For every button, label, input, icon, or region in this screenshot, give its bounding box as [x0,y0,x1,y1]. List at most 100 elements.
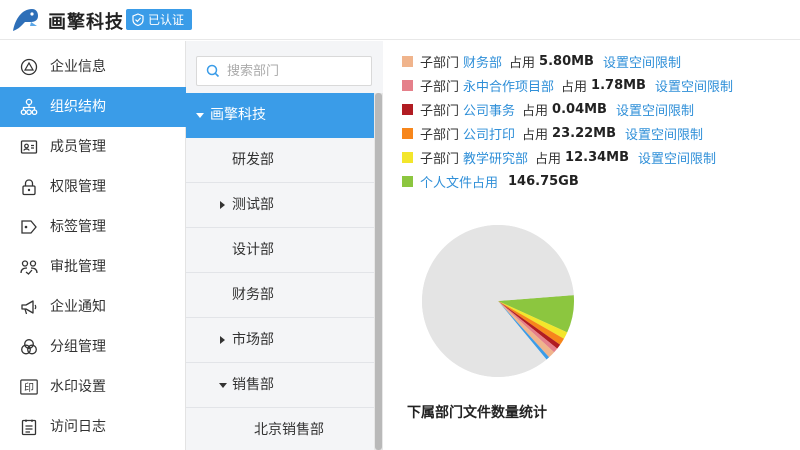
group-icon [21,339,37,355]
sidebar-item-label: 组织结构 [50,99,106,115]
usage-label: 占用 [509,55,536,71]
sidebar-item-label: 分组管理 [50,339,106,355]
department-tree: 画擎科技 研发部 测试部 设计部 财务部 市场部 销售部 北京销售部 [186,93,374,450]
department-link[interactable]: 财务部 [463,52,502,71]
tree-scrollbar[interactable] [374,93,383,450]
tree-item-label: 北京销售部 [254,422,324,438]
chevron-right-icon[interactable] [220,336,225,344]
megaphone-icon [21,300,37,315]
tree-item-label: 测试部 [232,197,274,213]
tree-item-label: 市场部 [232,332,274,348]
set-space-limit-link[interactable]: 设置空间限制 [625,124,703,143]
legend-swatch [402,151,413,163]
usage-size: 1.78MB [591,77,646,93]
log-icon [21,419,37,436]
sidebar-item-label: 水印设置 [50,379,106,395]
tree-item[interactable]: 北京销售部 [186,408,374,450]
sidebar-item-approval-management[interactable]: 审批管理 [0,247,186,287]
chevron-right-icon[interactable] [220,201,225,209]
approval-icon [20,260,38,275]
sidebar-item-label: 权限管理 [50,179,106,195]
tree-item[interactable]: 市场部 [186,318,374,363]
legend-swatch [402,79,413,91]
tree-item[interactable]: 测试部 [186,183,374,228]
usage-label: 占用 [522,127,549,143]
sidebar-item-tag-management[interactable]: 标签管理 [0,207,186,247]
sidebar-item-member-management[interactable]: 成员管理 [0,127,186,167]
enterprise-icon [20,58,38,76]
watermark-glyph: 印 [24,382,34,394]
usage-size: 146.75GB [508,173,579,189]
personal-files-link[interactable]: 个人文件占用 [420,172,498,191]
sidebar: 企业信息 组织结构 成员管理 权限管理 标签管理 审批管理 企业通知 分组管理 … [0,41,186,450]
set-space-limit-link[interactable]: 设置空间限制 [655,76,733,95]
legend-row: 子部门 公司打印 占用 23.22MB 设置空间限制 [402,123,703,143]
chevron-down-icon[interactable] [196,113,204,118]
sidebar-item-watermark-settings[interactable]: 印 水印设置 [0,367,186,407]
tree-item-label: 销售部 [232,377,274,393]
sidebar-item-permission-management[interactable]: 权限管理 [0,167,186,207]
sidebar-item-enterprise-info[interactable]: 企业信息 [0,47,186,87]
lock-icon [22,179,36,196]
usage-size: 0.04MB [552,101,607,117]
shield-check-icon [132,13,144,26]
tree-scrollbar-thumb[interactable] [375,93,382,450]
brand-logo-icon [13,9,38,31]
top-header: 画擎科技 已认证 [0,0,800,40]
department-link[interactable]: 公司事务 [463,100,515,119]
sidebar-item-label: 审批管理 [50,259,106,275]
tag-icon [21,220,37,234]
set-space-limit-link[interactable]: 设置空间限制 [603,52,681,71]
legend-row: 子部门 公司事务 占用 0.04MB 设置空间限制 [402,99,694,119]
sidebar-item-label: 企业信息 [50,59,106,75]
tree-item-root[interactable]: 画擎科技 [186,93,374,138]
department-link[interactable]: 教学研究部 [463,148,528,167]
sidebar-item-org-structure[interactable]: 组织结构 [0,87,186,127]
set-space-limit-link[interactable]: 设置空间限制 [638,148,716,167]
section-title: 下属部门文件数量统计 [407,405,547,421]
legend-prefix: 子部门 [420,151,460,167]
org-structure-icon [20,98,38,116]
legend-prefix: 子部门 [420,79,460,95]
department-tree-panel: 画擎科技 研发部 测试部 设计部 财务部 市场部 销售部 [186,41,383,450]
usage-label: 占用 [535,151,562,167]
tree-item-label: 研发部 [232,152,274,168]
set-space-limit-link[interactable]: 设置空间限制 [616,100,694,119]
sidebar-item-label: 企业通知 [50,299,106,315]
watermark-icon: 印 [20,379,38,395]
department-search-box[interactable] [196,56,372,86]
usage-label: 占用 [522,103,549,119]
legend-prefix: 子部门 [420,127,460,143]
app-root: 画擎科技 已认证 企业信息 组织结构 成员管理 权限管理 标签管理 审批管理 企… [0,0,800,450]
brand-name: 画擎科技 [48,12,124,33]
tree-item-label: 财务部 [232,287,274,303]
chevron-down-icon[interactable] [219,383,227,388]
search-icon [206,64,220,78]
tree-item-label: 设计部 [232,242,274,258]
department-search-input[interactable] [227,61,367,81]
legend-swatch [402,175,413,187]
legend-swatch [402,55,413,67]
legend-prefix: 子部门 [420,103,460,119]
storage-usage-panel: 子部门 财务部 占用 5.80MB 设置空间限制 子部门 永中合作项目部 占用 … [383,41,800,450]
legend-swatch [402,103,413,115]
legend-swatch [402,127,413,139]
verified-badge: 已认证 [126,9,193,30]
sidebar-item-enterprise-notice[interactable]: 企业通知 [0,287,186,327]
usage-size: 12.34MB [565,149,630,165]
tree-item-label: 画擎科技 [210,107,266,123]
tree-item[interactable]: 设计部 [186,228,374,273]
tree-item[interactable]: 销售部 [186,363,374,408]
department-link[interactable]: 公司打印 [463,124,515,143]
legend-row: 子部门 财务部 占用 5.80MB 设置空间限制 [402,51,681,71]
sidebar-item-label: 成员管理 [50,139,106,155]
sidebar-item-access-log[interactable]: 访问日志 [0,407,186,447]
tree-item[interactable]: 财务部 [186,273,374,318]
legend-prefix: 子部门 [420,55,460,71]
legend-row: 子部门 永中合作项目部 占用 1.78MB 设置空间限制 [402,75,733,95]
department-link[interactable]: 永中合作项目部 [463,76,554,95]
sidebar-item-group-management[interactable]: 分组管理 [0,327,186,367]
legend-row: 子部门 教学研究部 占用 12.34MB 设置空间限制 [402,147,716,167]
tree-item[interactable]: 研发部 [186,138,374,183]
sidebar-item-label: 标签管理 [50,219,106,235]
